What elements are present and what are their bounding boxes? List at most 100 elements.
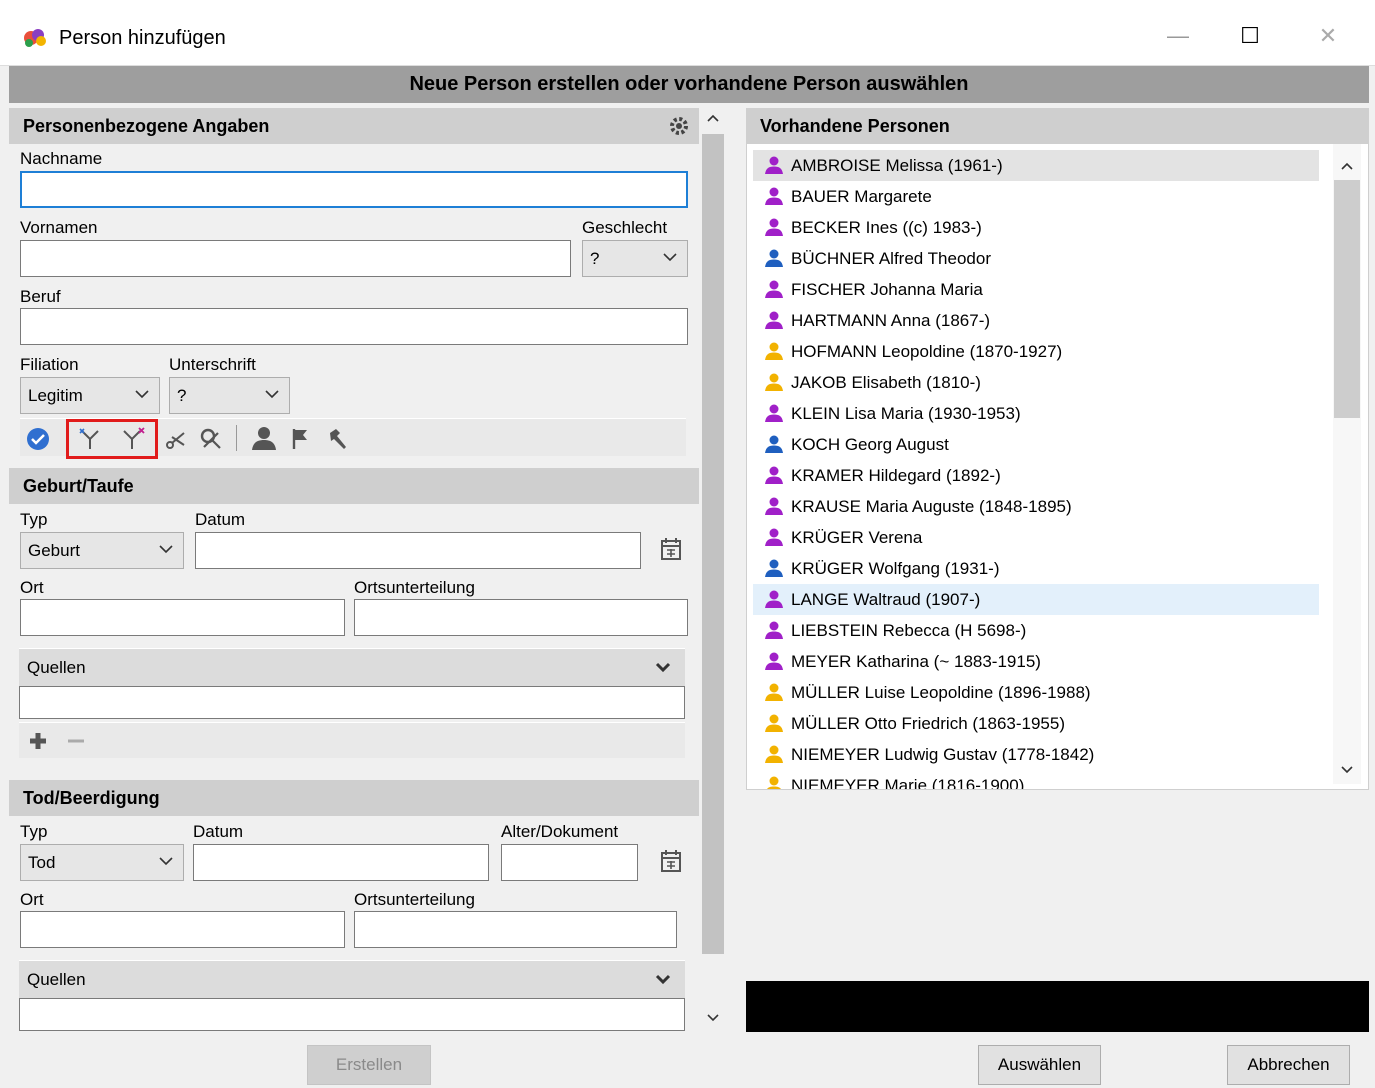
person-icon [765, 621, 783, 639]
death-alter-label: Alter/Dokument [501, 822, 619, 841]
chevron-up-icon[interactable] [1340, 160, 1354, 172]
person-row[interactable]: HOFMANN Leopoldine (1870-1927) [753, 336, 1319, 367]
beruf-input[interactable] [20, 308, 688, 345]
birth-quellen-list[interactable] [19, 686, 685, 719]
person-row[interactable]: JAKOB Elisabeth (1810-) [753, 367, 1319, 398]
quellen-label: Quellen [27, 658, 86, 677]
maximize-button[interactable]: ☐ [1220, 14, 1280, 58]
person-icon[interactable] [250, 425, 278, 451]
close-button[interactable]: ✕ [1298, 14, 1358, 58]
person-name: NIEMEYER Marie (1816-1900) [791, 776, 1025, 790]
person-row[interactable]: LIEBSTEIN Rebecca (H 5698-) [753, 615, 1319, 646]
person-icon [765, 249, 783, 267]
chevron-down-icon[interactable] [706, 1012, 720, 1024]
vornamen-input[interactable] [20, 240, 571, 277]
existing-persons-list[interactable]: AMBROISE Melissa (1961-) BAUER Margarete B… [746, 143, 1369, 790]
tree-merge-add-icon[interactable] [78, 427, 104, 451]
person-icon [765, 156, 783, 174]
chevron-down-icon [655, 974, 671, 985]
person-row[interactable]: BECKER Ines ((c) 1983-) [753, 212, 1319, 243]
gear-icon[interactable] [667, 114, 691, 138]
erstellen-button[interactable]: Erstellen [307, 1045, 431, 1085]
person-name: KLEIN Lisa Maria (1930-1953) [791, 404, 1021, 423]
person-row[interactable]: MÜLLER Luise Leopoldine (1896-1988) [753, 677, 1319, 708]
person-row[interactable]: BÜCHNER Alfred Theodor [753, 243, 1319, 274]
birth-typ-value: Geburt [28, 541, 80, 560]
toolbar-divider [236, 425, 237, 451]
auswaehlen-button[interactable]: Auswählen [978, 1045, 1101, 1085]
scrollbar-thumb[interactable] [1334, 180, 1360, 418]
death-ortsunterteilung-input[interactable] [354, 911, 677, 948]
death-datum-input[interactable] [193, 844, 489, 881]
person-row[interactable]: AMBROISE Melissa (1961-) [753, 150, 1319, 181]
calendar-icon[interactable] [660, 537, 682, 561]
person-row[interactable]: KRAUSE Maria Auguste (1848-1895) [753, 491, 1319, 522]
death-typ-select[interactable]: Tod [20, 844, 184, 881]
person-name: LANGE Waltraud (1907-) [791, 590, 981, 609]
person-row[interactable]: MÜLLER Otto Friedrich (1863-1955) [753, 708, 1319, 739]
birth-ort-input[interactable] [20, 599, 345, 636]
person-row[interactable]: KLEIN Lisa Maria (1930-1953) [753, 398, 1319, 429]
death-alter-input[interactable] [501, 844, 638, 881]
person-name: MEYER Katharina (~ 1883-1915) [791, 652, 1041, 671]
nachname-input[interactable] [20, 171, 688, 208]
person-row[interactable]: MEYER Katharina (~ 1883-1915) [753, 646, 1319, 677]
window-title: Person hinzufügen [59, 27, 226, 49]
person-row[interactable]: KRÜGER Wolfgang (1931-) [753, 553, 1319, 584]
death-quellen-list[interactable] [19, 998, 685, 1031]
chevron-down-icon [159, 545, 173, 554]
search-person-icon[interactable] [198, 427, 224, 451]
filiation-select[interactable]: Legitim [20, 377, 160, 414]
scissors-icon[interactable] [164, 427, 188, 451]
minus-icon[interactable] [67, 732, 85, 750]
chevron-down-icon [663, 253, 677, 262]
person-row[interactable]: KOCH Georg August [753, 429, 1319, 460]
minimize-button[interactable]: — [1148, 14, 1208, 58]
unterschrift-select[interactable]: ? [169, 377, 290, 414]
person-row[interactable]: KRÜGER Verena [753, 522, 1319, 553]
plus-icon[interactable] [29, 732, 47, 750]
section-header-existing: Vorhandene Personen [746, 108, 1369, 144]
check-circle-icon[interactable] [26, 427, 50, 451]
person-row[interactable]: LANGE Waltraud (1907-) [753, 584, 1319, 615]
death-quellen-header[interactable]: Quellen [19, 960, 685, 998]
chevron-up-icon[interactable] [706, 112, 720, 124]
person-row[interactable]: BAUER Margarete [753, 181, 1319, 212]
birth-datum-input[interactable] [195, 532, 641, 569]
birth-typ-label: Typ [20, 510, 48, 529]
flag-icon[interactable] [290, 427, 312, 451]
person-row[interactable]: KRAMER Hildegard (1892-) [753, 460, 1319, 491]
person-name: LIEBSTEIN Rebecca (H 5698-) [791, 621, 1027, 640]
person-icon [765, 683, 783, 701]
scrollbar-thumb[interactable] [702, 134, 724, 954]
geschlecht-label: Geschlecht [582, 218, 668, 237]
person-row[interactable]: NIEMEYER Marie (1816-1900) [753, 770, 1319, 790]
left-scrollbar[interactable] [701, 106, 725, 1032]
calendar-icon[interactable] [660, 849, 682, 873]
death-ortsunterteilung-label: Ortsunterteilung [354, 890, 475, 909]
person-name: BAUER Margarete [791, 187, 932, 206]
chevron-down-icon [265, 390, 279, 399]
birth-ortsunterteilung-input[interactable] [354, 599, 688, 636]
chevron-down-icon[interactable] [1340, 764, 1354, 776]
person-row[interactable]: FISCHER Johanna Maria [753, 274, 1319, 305]
chevron-down-icon [135, 390, 149, 399]
section-header-personal: Personenbezogene Angaben [9, 108, 699, 144]
person-name: MÜLLER Otto Friedrich (1863-1955) [791, 714, 1066, 733]
person-row[interactable]: NIEMEYER Ludwig Gustav (1778-1842) [753, 739, 1319, 770]
unterschrift-value: ? [177, 386, 187, 405]
section-header-birth: Geburt/Taufe [9, 468, 699, 504]
hammer-icon[interactable] [326, 427, 350, 451]
birth-quellen-header[interactable]: Quellen [19, 648, 685, 686]
person-icon [765, 280, 783, 298]
death-typ-value: Tod [28, 853, 56, 872]
tree-merge-remove-icon[interactable] [120, 427, 146, 451]
death-ort-input[interactable] [20, 911, 345, 948]
filiation-label: Filiation [20, 355, 79, 374]
person-row[interactable]: HARTMANN Anna (1867-) [753, 305, 1319, 336]
abbrechen-button[interactable]: Abbrechen [1227, 1045, 1350, 1085]
geschlecht-select[interactable]: ? [582, 240, 688, 277]
person-name: BECKER Ines ((c) 1983-) [791, 218, 982, 237]
list-scrollbar[interactable] [1333, 144, 1361, 784]
birth-typ-select[interactable]: Geburt [20, 532, 184, 569]
